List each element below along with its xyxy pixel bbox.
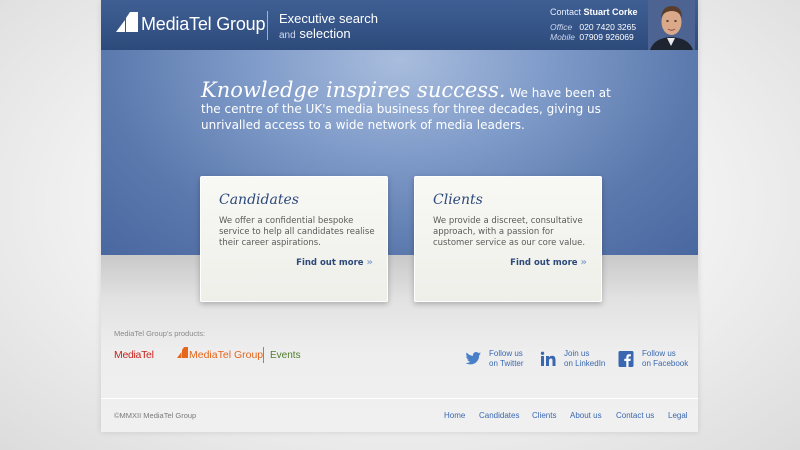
card-body: We offer a confidential bespoke service … bbox=[219, 216, 375, 248]
content-band bbox=[101, 255, 698, 432]
product-divider bbox=[263, 347, 264, 363]
office-number[interactable]: 020 7420 3265 bbox=[579, 22, 636, 32]
office-label: Office bbox=[550, 22, 573, 32]
card-title: Candidates bbox=[219, 192, 299, 208]
facebook-icon bbox=[618, 351, 634, 367]
hero-banner: Knowledge inspires success. We have been… bbox=[101, 50, 698, 255]
office-phone-row: Office 020 7420 3265 bbox=[550, 22, 636, 32]
header-divider bbox=[267, 11, 268, 40]
product-events-link[interactable]: Events bbox=[270, 350, 301, 361]
copyright-text: ©MMXII MediaTel Group bbox=[114, 411, 197, 420]
tagline-line2: and selection bbox=[279, 26, 351, 41]
contact-label: Contact bbox=[550, 7, 582, 17]
mobile-label: Mobile bbox=[550, 32, 576, 42]
product-label[interactable]: MediaTel Group bbox=[189, 349, 263, 361]
hero-headline: Knowledge inspires success. bbox=[201, 78, 506, 102]
social-line2[interactable]: on LinkedIn bbox=[564, 359, 605, 368]
product-mediatel-link[interactable]: MediaTel bbox=[114, 349, 154, 361]
clients-find-out-more-link[interactable]: Find out more» bbox=[510, 257, 587, 268]
mediatel-logo-icon[interactable] bbox=[116, 12, 138, 32]
contact-heading: Contact Stuart Corke bbox=[550, 7, 638, 17]
products-label: MediaTel Group's products: bbox=[114, 329, 206, 338]
site-header: MediaTel Group Executive search and sele… bbox=[101, 0, 698, 50]
tagline-selection: selection bbox=[299, 26, 351, 41]
candidates-find-out-more-link[interactable]: Find out more» bbox=[296, 257, 373, 268]
link-label[interactable]: Find out more bbox=[296, 258, 363, 268]
footer-divider bbox=[101, 398, 698, 399]
social-line1[interactable]: Follow us bbox=[489, 349, 523, 358]
tagline-line1: Executive search bbox=[279, 11, 378, 26]
double-chevron-right-icon: » bbox=[366, 257, 373, 268]
mobile-phone-row: Mobile 07909 926069 bbox=[550, 32, 634, 42]
card-title: Clients bbox=[433, 192, 483, 208]
footer-nav-about-us[interactable]: About us bbox=[570, 411, 602, 420]
page-container: MediaTel Group Executive search and sele… bbox=[101, 0, 698, 432]
contact-avatar bbox=[648, 0, 695, 50]
social-line2[interactable]: on Twitter bbox=[489, 359, 524, 368]
mediatel-group-logo-icon bbox=[177, 347, 188, 358]
tagline-and: and bbox=[279, 30, 296, 41]
footer-nav-candidates[interactable]: Candidates bbox=[479, 411, 519, 420]
social-line1[interactable]: Follow us bbox=[642, 349, 676, 358]
link-label[interactable]: Find out more bbox=[510, 258, 577, 268]
contact-name: Stuart Corke bbox=[583, 7, 638, 17]
card-body: We provide a discreet, consultative appr… bbox=[433, 216, 586, 248]
candidates-card: Candidates We offer a confidential bespo… bbox=[200, 176, 388, 302]
social-line2[interactable]: on Facebook bbox=[642, 359, 688, 368]
linkedin-icon bbox=[540, 351, 556, 366]
twitter-icon bbox=[465, 352, 481, 365]
hero-text: Knowledge inspires success. We have been… bbox=[201, 80, 611, 133]
social-line1[interactable]: Join us bbox=[564, 349, 589, 358]
double-chevron-right-icon: » bbox=[580, 257, 587, 268]
mobile-number[interactable]: 07909 926069 bbox=[579, 32, 633, 42]
footer-nav-legal[interactable]: Legal bbox=[668, 411, 688, 420]
footer-nav-home[interactable]: Home bbox=[444, 411, 465, 420]
clients-card: Clients We provide a discreet, consultat… bbox=[414, 176, 602, 302]
footer-nav-contact-us[interactable]: Contact us bbox=[616, 411, 654, 420]
footer-nav-clients[interactable]: Clients bbox=[532, 411, 556, 420]
brand-name[interactable]: MediaTel Group bbox=[141, 14, 265, 35]
